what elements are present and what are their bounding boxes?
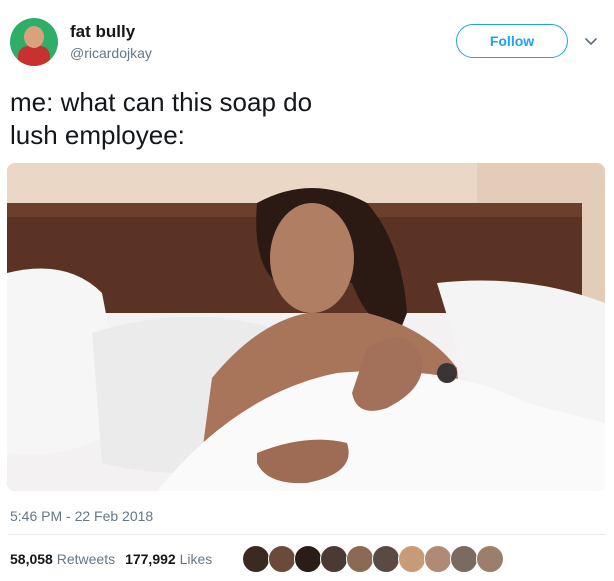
tweet-text: me: what can this soap do lush employee: bbox=[10, 87, 313, 150]
likes-stat[interactable]: 177,992 Likes bbox=[125, 551, 212, 567]
liker-avatar[interactable] bbox=[242, 545, 270, 573]
liker-avatar[interactable] bbox=[424, 545, 452, 573]
liker-avatar[interactable] bbox=[320, 545, 348, 573]
retweets-stat[interactable]: 58,058 Retweets bbox=[10, 551, 115, 567]
divider bbox=[8, 534, 606, 535]
user-handle[interactable]: @ricardojkay bbox=[70, 45, 152, 61]
retweets-label: Retweets bbox=[56, 551, 116, 567]
liker-avatars bbox=[242, 545, 504, 573]
engagement-stats: 58,058 Retweets 177,992 Likes bbox=[10, 551, 212, 567]
photo-illustration bbox=[7, 163, 605, 491]
avatar-shirt bbox=[18, 46, 50, 66]
display-name[interactable]: fat bully bbox=[70, 22, 135, 42]
avatar[interactable] bbox=[10, 18, 58, 66]
liker-avatar[interactable] bbox=[450, 545, 478, 573]
liker-avatar[interactable] bbox=[372, 545, 400, 573]
chevron-down-icon[interactable] bbox=[584, 34, 598, 48]
liker-avatar[interactable] bbox=[294, 545, 322, 573]
liker-avatar[interactable] bbox=[398, 545, 426, 573]
liker-avatar[interactable] bbox=[268, 545, 296, 573]
retweets-count: 58,058 bbox=[10, 551, 53, 567]
avatar-head bbox=[24, 26, 44, 48]
tweet-photo[interactable] bbox=[7, 163, 605, 491]
liker-avatar[interactable] bbox=[476, 545, 504, 573]
likes-label: Likes bbox=[179, 551, 213, 567]
liker-avatar[interactable] bbox=[346, 545, 374, 573]
tweet-timestamp[interactable]: 5:46 PM - 22 Feb 2018 bbox=[10, 508, 153, 524]
follow-button[interactable]: Follow bbox=[456, 24, 568, 58]
likes-count: 177,992 bbox=[125, 551, 176, 567]
